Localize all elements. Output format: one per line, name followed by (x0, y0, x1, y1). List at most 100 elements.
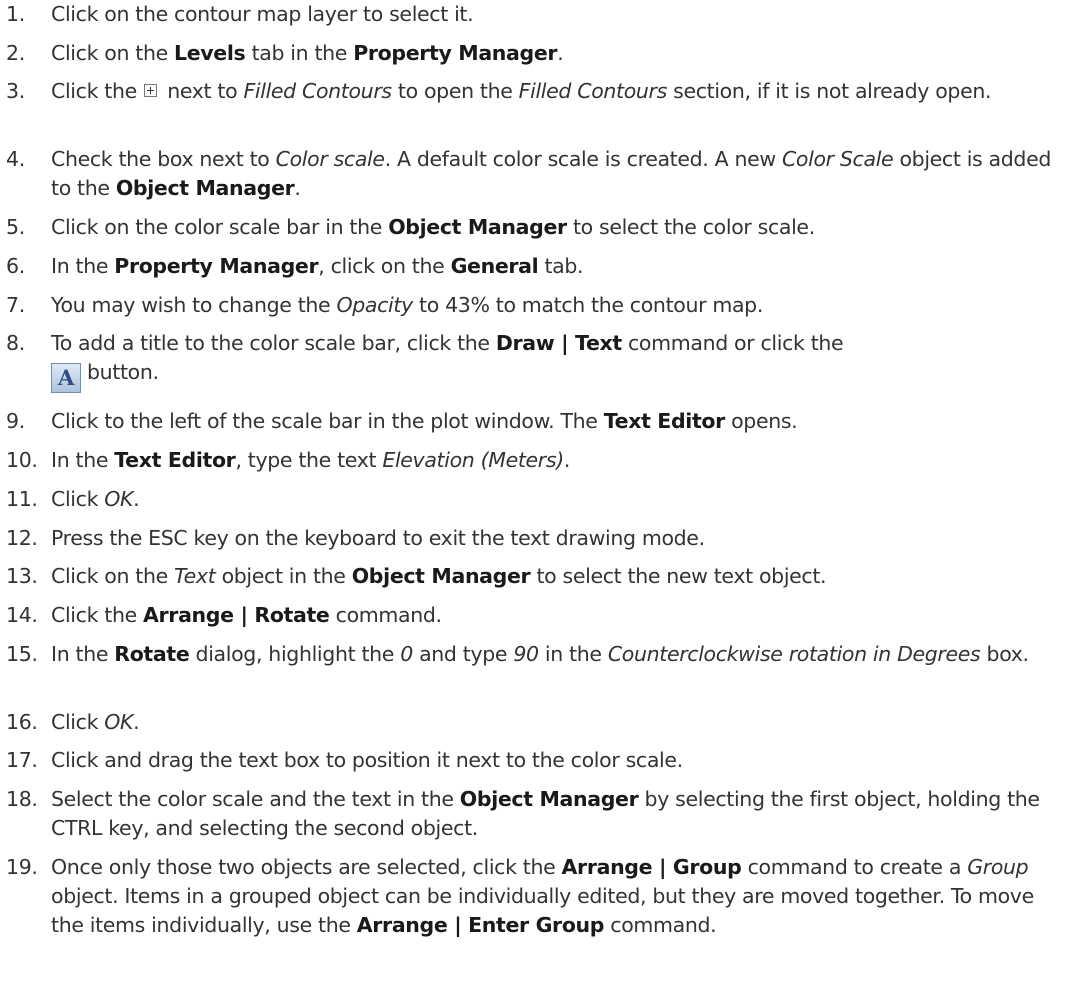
step-text: Click on the contour map layer to select… (51, 0, 1064, 29)
text-run: , type the text (235, 448, 383, 472)
expand-plus-icon (144, 84, 158, 97)
step-text: Click on the Levels tab in the Property … (51, 39, 1064, 68)
bold-term: General (450, 254, 539, 278)
text-run: to select the color scale. (566, 215, 815, 239)
italic-term: Color Scale (781, 147, 894, 171)
step-number: 1. (6, 2, 25, 26)
step-number: 15. (6, 642, 38, 666)
step-5: 5. Click on the color scale bar in the Ob… (6, 213, 1064, 242)
text-run: and type (412, 642, 514, 666)
text-run: To add a title to the color scale bar, c… (51, 331, 496, 355)
italic-term: Text (174, 564, 216, 588)
step-text: Click on the Text object in the Object M… (51, 562, 1064, 591)
step-14: 14. Click the Arrange | Rotate command. (6, 601, 1064, 630)
step-number: 12. (6, 526, 38, 550)
step-text: In the Rotate dialog, highlight the 0 an… (51, 640, 1064, 669)
bold-term: Draw | Text (495, 331, 622, 355)
step-7: 7. You may wish to change the Opacity to … (6, 291, 1064, 320)
step-11: 11. Click OK. (6, 485, 1064, 514)
text-run: , click on the (318, 254, 451, 278)
italic-term: Color scale (275, 147, 385, 171)
text-run: command. (604, 913, 717, 937)
text-run: Click on the (51, 564, 175, 588)
text-run: box. (980, 642, 1030, 666)
text-run: Click (51, 710, 105, 734)
step-text: Click and drag the text box to position … (51, 746, 1064, 775)
text-run: button. (87, 360, 159, 384)
text-run: You may wish to change the (51, 293, 337, 317)
step-12: 12. Press the ESC key on the keyboard to … (6, 524, 1064, 553)
text-run: dialog, highlight the (189, 642, 401, 666)
italic-term: Group (967, 855, 1029, 879)
text-run: . (294, 176, 301, 200)
step-number: 11. (6, 487, 38, 511)
step-number: 7. (6, 293, 25, 317)
italic-term: Counterclockwise rotation in Degrees (607, 642, 981, 666)
italic-term: OK (104, 487, 134, 511)
bold-term: Rotate (114, 642, 190, 666)
italic-term: OK (104, 710, 134, 734)
step-text: Click to the left of the scale bar in th… (51, 407, 1064, 436)
italic-term: Opacity (336, 293, 413, 317)
step-number: 4. (6, 147, 25, 171)
text-run: . (133, 710, 140, 734)
step-text: Click the next to Filled Contours to ope… (51, 77, 1064, 106)
step-number: 18. (6, 787, 38, 811)
step-16: 16. Click OK. (6, 708, 1064, 737)
step-text: Once only those two objects are selected… (51, 853, 1064, 940)
text-run: opens. (724, 409, 798, 433)
text-run: Select the color scale and the text in t… (51, 787, 460, 811)
text-run: Once only those two objects are selected… (51, 855, 562, 879)
text-run: object in the (215, 564, 352, 588)
step-text: You may wish to change the Opacity to 43… (51, 291, 1064, 320)
text-run: in the (538, 642, 608, 666)
bold-term: Arrange | Enter Group (356, 913, 605, 937)
step-number: 5. (6, 215, 25, 239)
bold-term: Object Manager (115, 176, 295, 200)
bold-term: Text Editor (603, 409, 726, 433)
step-text: Click OK. (51, 485, 1064, 514)
step-number: 16. (6, 710, 38, 734)
bold-term: Property Manager (353, 41, 558, 65)
text-run: . (557, 41, 564, 65)
step-8: 8. To add a title to the color scale bar,… (6, 329, 1064, 393)
text-run: Click on the contour map layer to select… (51, 2, 474, 26)
italic-term: Filled Contours (243, 79, 392, 103)
step-text: Select the color scale and the text in t… (51, 785, 1064, 843)
step-6: 6. In the Property Manager, click on the … (6, 252, 1064, 281)
text-run: tab. (538, 254, 584, 278)
bold-term: Text Editor (114, 448, 236, 472)
text-run: Press the ESC key on the keyboard to exi… (51, 526, 705, 550)
text-run: Click (51, 487, 105, 511)
text-tool-icon: A (51, 362, 81, 393)
text-run: section, if it is not already open. (666, 79, 992, 103)
text-run: . (563, 448, 571, 472)
italic-term: Filled Contours (518, 79, 668, 103)
text-run: . (133, 487, 140, 511)
step-text: Check the box next to Color scale. A def… (51, 145, 1064, 203)
bold-term: Object Manager (351, 564, 531, 588)
text-run: Click on the color scale bar in the (51, 215, 389, 239)
step-19: 19. Once only those two objects are selec… (6, 853, 1064, 940)
text-run: next to (161, 79, 244, 103)
step-number: 19. (6, 855, 38, 879)
step-text: In the Property Manager, click on the Ge… (51, 252, 1064, 281)
step-number: 17. (6, 748, 38, 772)
text-run: command to create a (741, 855, 968, 879)
step-text: Click the Arrange | Rotate command. (51, 601, 1064, 630)
italic-term: 0 (400, 642, 413, 666)
text-run: command. (329, 603, 442, 627)
step-10: 10. In the Text Editor, type the text Ele… (6, 446, 1064, 475)
step-number: 14. (6, 603, 38, 627)
text-run: Click the (51, 79, 144, 103)
text-run: Click on the (51, 41, 175, 65)
text-run: Click and drag the text box to position … (51, 748, 683, 772)
step-13: 13. Click on the Text object in the Objec… (6, 562, 1064, 591)
text-run: . A default color scale is created. A ne… (384, 147, 782, 171)
bold-term: Levels (174, 41, 246, 65)
step-number: 3. (6, 79, 25, 103)
step-number: 2. (6, 41, 25, 65)
text-run: In the (51, 254, 115, 278)
italic-term: Elevation (Meters) (382, 448, 564, 472)
step-text: To add a title to the color scale bar, c… (51, 329, 1064, 393)
